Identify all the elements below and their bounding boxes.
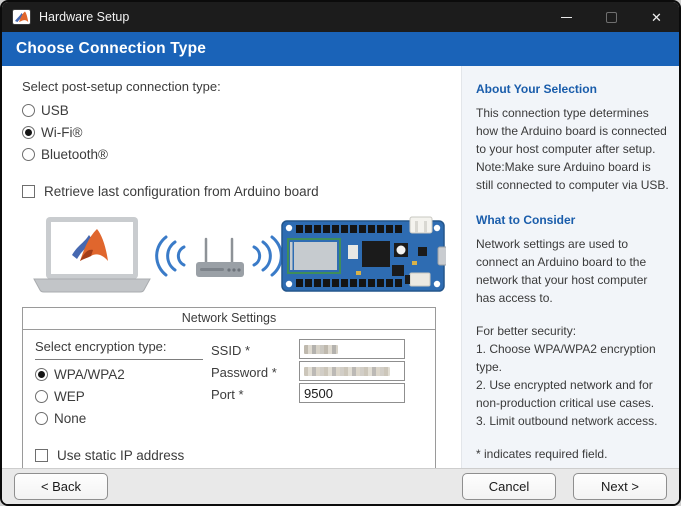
radio-bluetooth-indicator[interactable]: [22, 148, 35, 161]
static-ip-label: Use static IP address: [57, 448, 184, 463]
radio-wpa[interactable]: WPA/WPA2: [35, 367, 211, 382]
maximize-icon: [606, 12, 617, 23]
matlab-app-icon: [12, 9, 31, 25]
radio-none-indicator[interactable]: [35, 412, 48, 425]
radio-usb-label: USB: [41, 103, 69, 118]
ssid-label: SSID *: [211, 339, 293, 359]
password-label: Password *: [211, 361, 293, 381]
radio-wep-indicator[interactable]: [35, 390, 48, 403]
port-label: Port *: [211, 383, 293, 403]
wifi-connection-illustration: [26, 213, 446, 299]
content-area: Select post-setup connection type: USB W…: [2, 66, 679, 468]
page-title: Choose Connection Type: [16, 40, 206, 58]
retrieve-config-checkbox[interactable]: [22, 185, 35, 198]
router-icon: [196, 239, 244, 277]
footer-bar: < Back Cancel Next >: [2, 468, 679, 504]
window-controls: ✕: [544, 2, 679, 32]
password-input[interactable]: [299, 361, 405, 381]
network-settings-title: Network Settings: [23, 308, 435, 330]
sidebar-heading-about: About Your Selection: [476, 80, 669, 98]
minimize-button[interactable]: [544, 2, 589, 32]
sidebar-paragraph: This connection type determines how the …: [476, 104, 669, 158]
wifi-waves-right-icon: [254, 237, 281, 275]
static-ip-checkbox[interactable]: [35, 449, 48, 462]
radio-wep[interactable]: WEP: [35, 389, 211, 404]
radio-wep-label: WEP: [54, 389, 85, 404]
sidebar-paragraph: Network settings are used to connect an …: [476, 235, 669, 307]
sidebar-paragraph: 3. Limit outbound network access.: [476, 412, 669, 430]
sidebar-required-note: * indicates required field.: [476, 445, 669, 463]
sidebar-paragraph: Note:Make sure Arduino board is still co…: [476, 158, 669, 194]
sidebar-paragraph: For better security:: [476, 322, 669, 340]
radio-wifi-label: Wi-Fi®: [41, 125, 82, 140]
help-sidebar: About Your Selection This connection typ…: [461, 66, 679, 468]
password-redacted-value: [304, 367, 390, 376]
radio-bluetooth-label: Bluetooth®: [41, 147, 108, 162]
close-icon: ✕: [651, 11, 662, 24]
close-button[interactable]: ✕: [634, 2, 679, 32]
retrieve-config-label: Retrieve last configuration from Arduino…: [44, 184, 319, 199]
minimize-icon: [561, 17, 572, 18]
laptop-icon: [34, 217, 150, 292]
sidebar-paragraph: 1. Choose WPA/WPA2 encryption type.: [476, 340, 669, 376]
radio-wifi-indicator[interactable]: [22, 126, 35, 139]
connection-type-label: Select post-setup connection type:: [22, 79, 461, 94]
back-button[interactable]: < Back: [14, 473, 108, 500]
hardware-setup-window: Hardware Setup ✕ Choose Connection Type …: [0, 0, 681, 506]
radio-wpa-indicator[interactable]: [35, 368, 48, 381]
window-title: Hardware Setup: [39, 10, 129, 24]
radio-none-label: None: [54, 411, 86, 426]
sidebar-paragraph: 2. Use encrypted network and for non-pro…: [476, 376, 669, 412]
ssid-redacted-value: [304, 345, 338, 354]
next-button[interactable]: Next >: [573, 473, 667, 500]
wifi-waves-left-icon: [157, 237, 184, 275]
encryption-type-label: Select encryption type:: [35, 339, 203, 360]
radio-usb[interactable]: USB: [22, 103, 461, 118]
static-ip-checkbox-row[interactable]: Use static IP address: [35, 448, 425, 463]
radio-wifi[interactable]: Wi-Fi®: [22, 125, 461, 140]
radio-none[interactable]: None: [35, 411, 211, 426]
network-settings-group: Network Settings Select encryption type:…: [22, 307, 436, 468]
ssid-input[interactable]: [299, 339, 405, 359]
title-bar: Hardware Setup ✕: [2, 2, 679, 32]
radio-usb-indicator[interactable]: [22, 104, 35, 117]
page-header: Choose Connection Type: [2, 32, 679, 66]
arduino-board-icon: [282, 217, 446, 291]
radio-bluetooth[interactable]: Bluetooth®: [22, 147, 461, 162]
port-input[interactable]: [299, 383, 405, 403]
sidebar-heading-consider: What to Consider: [476, 211, 669, 229]
main-panel: Select post-setup connection type: USB W…: [2, 66, 461, 468]
radio-wpa-label: WPA/WPA2: [54, 367, 125, 382]
maximize-button[interactable]: [589, 2, 634, 32]
cancel-button[interactable]: Cancel: [462, 473, 556, 500]
retrieve-config-checkbox-row[interactable]: Retrieve last configuration from Arduino…: [22, 184, 461, 199]
